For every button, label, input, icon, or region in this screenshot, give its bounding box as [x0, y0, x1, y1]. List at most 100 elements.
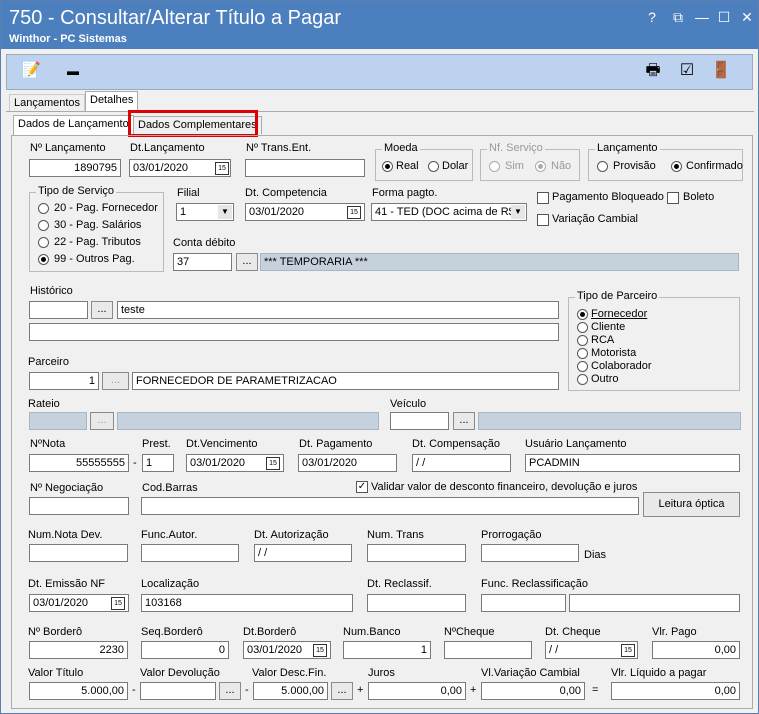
valor-desc-fin-field[interactable]: 5.000,00 — [253, 682, 328, 700]
outro-radio[interactable] — [577, 374, 588, 385]
calendar-icon[interactable]: 15 — [313, 644, 327, 657]
exit-icon[interactable]: 🚪 — [711, 61, 731, 81]
cliente-radio[interactable] — [577, 322, 588, 333]
parceiro-code-field[interactable]: 1 — [29, 372, 99, 390]
valor-devolucao-button[interactable]: ... — [219, 682, 241, 700]
conta-debito-desc: *** TEMPORARIA *** — [260, 253, 739, 271]
valor-titulo-field[interactable]: 5.000,00 — [29, 682, 128, 700]
n-trans-ent-field[interactable] — [245, 159, 365, 177]
juros-field[interactable]: 0,00 — [368, 682, 466, 700]
moeda-real-radio[interactable] — [382, 161, 393, 172]
rca-label: RCA — [591, 334, 615, 346]
calendar-icon[interactable]: 15 — [347, 206, 361, 219]
num-nota-dev-field[interactable] — [29, 544, 128, 562]
vlr-pago-field[interactable]: 0,00 — [652, 641, 740, 659]
n-nota-field[interactable]: 55555555 — [29, 454, 129, 472]
vl-variacao-field[interactable]: 0,00 — [481, 682, 585, 700]
veiculo-field[interactable] — [390, 412, 449, 430]
func-reclass-name-field[interactable] — [569, 594, 740, 612]
maximize-button[interactable]: ☐ — [713, 9, 735, 26]
fornecedor-label: Fornecedor — [591, 308, 648, 320]
chevron-down-icon[interactable]: ▼ — [218, 205, 232, 219]
minus-icon[interactable]: ▬ — [63, 61, 83, 81]
validar-checkbox[interactable]: ✓ — [356, 481, 368, 493]
tipo-20-radio[interactable] — [38, 203, 49, 214]
dt-pagamento-field[interactable]: 03/01/2020 — [298, 454, 397, 472]
func-reclass-code-field[interactable] — [481, 594, 566, 612]
n-cheque-field[interactable] — [444, 641, 532, 659]
pagamento-bloqueado-checkbox[interactable] — [537, 192, 549, 204]
n-negociacao-field[interactable] — [29, 497, 129, 515]
nf-sim-radio[interactable] — [489, 161, 500, 172]
localizacao-field[interactable]: 103168 — [141, 594, 353, 612]
main-window: 750 - Consultar/Alterar Título a Pagar W… — [0, 0, 759, 714]
vlr-liquido-label: Vlr. Líquido a pagar — [611, 667, 707, 679]
num-trans-field[interactable] — [367, 544, 466, 562]
chevron-down-icon[interactable]: ▼ — [511, 205, 525, 219]
calendar-icon[interactable]: 15 — [266, 457, 280, 470]
prest-field[interactable]: 1 — [142, 454, 174, 472]
dt-compensacao-field[interactable]: / / — [412, 454, 511, 472]
n-bordero-field[interactable]: 2230 — [29, 641, 128, 659]
historico-code-field[interactable] — [29, 301, 88, 319]
prorrogacao-field[interactable] — [481, 544, 579, 562]
conta-debito-search-button[interactable]: ... — [236, 253, 258, 271]
minus-operator: - — [245, 684, 249, 696]
tipo-30-radio[interactable] — [38, 220, 49, 231]
calendar-icon[interactable]: 15 — [111, 597, 125, 610]
dt-compensacao-label: Dt. Compensação — [412, 438, 501, 450]
moeda-dolar-label: Dolar — [442, 160, 469, 172]
usuario-field[interactable]: PCADMIN — [525, 454, 740, 472]
print-icon[interactable]: 🖶 — [643, 61, 663, 81]
veiculo-search-button[interactable]: ... — [453, 412, 475, 430]
calendar-icon[interactable]: 15 — [621, 644, 635, 657]
provisao-radio[interactable] — [597, 161, 608, 172]
forma-pagto-label: Forma pagto. — [372, 187, 438, 199]
historico-search-button[interactable]: ... — [91, 301, 113, 319]
tab-lancamentos[interactable]: Lançamentos — [9, 94, 86, 112]
veiculo-desc — [478, 412, 741, 430]
restore-button[interactable]: ⧉ — [667, 9, 689, 26]
n-lancamento-field[interactable]: 1890795 — [29, 159, 121, 177]
confirmado-radio[interactable] — [671, 161, 682, 172]
edit-document-icon[interactable]: 📝 — [21, 61, 41, 81]
forma-pagto-select[interactable]: 41 - TED (DOC acima de R$ — [371, 203, 527, 221]
nf-nao-radio[interactable] — [535, 161, 546, 172]
seq-bordero-field[interactable]: 0 — [141, 641, 229, 659]
num-banco-field[interactable]: 1 — [343, 641, 431, 659]
rateio-search-button[interactable]: ... — [90, 412, 114, 430]
provisao-label: Provisão — [613, 160, 656, 172]
close-button[interactable]: ✕ — [736, 9, 758, 26]
n-bordero-label: Nº Borderô — [28, 626, 83, 638]
tab-detalhes[interactable]: Detalhes — [85, 91, 139, 112]
dt-reclassif-field[interactable] — [367, 594, 466, 612]
tab-dados-lancamento[interactable]: Dados de Lançamento — [13, 115, 134, 135]
fornecedor-radio[interactable] — [577, 309, 588, 320]
cod-barras-field[interactable] — [141, 497, 639, 515]
n-nota-label: NºNota — [30, 438, 66, 450]
valor-desc-fin-button[interactable]: ... — [331, 682, 353, 700]
minimize-button[interactable]: — — [691, 9, 713, 25]
colaborador-radio[interactable] — [577, 361, 588, 372]
dt-autorizacao-field[interactable]: / / — [254, 544, 352, 562]
confirm-icon[interactable]: ☑ — [677, 61, 697, 81]
help-button[interactable]: ? — [641, 9, 663, 25]
parceiro-search-button[interactable]: ... — [102, 372, 129, 390]
tipo-22-radio[interactable] — [38, 237, 49, 248]
rca-radio[interactable] — [577, 335, 588, 346]
colaborador-label: Colaborador — [591, 360, 652, 372]
func-autor-field[interactable] — [141, 544, 239, 562]
dt-competencia-label: Dt. Competencia — [245, 187, 327, 199]
conta-debito-field[interactable]: 37 — [173, 253, 232, 271]
leitura-optica-button[interactable]: Leitura óptica — [643, 492, 740, 517]
tipo-99-radio[interactable] — [38, 254, 49, 265]
historico-field[interactable]: teste — [117, 301, 559, 319]
variacao-cambial-checkbox[interactable] — [537, 214, 549, 226]
historico-field-2[interactable] — [29, 323, 559, 341]
vlr-liquido-field[interactable]: 0,00 — [611, 682, 740, 700]
calendar-icon[interactable]: 15 — [215, 162, 229, 175]
boleto-checkbox[interactable] — [667, 192, 679, 204]
valor-devolucao-field[interactable] — [140, 682, 216, 700]
moeda-dolar-radio[interactable] — [428, 161, 439, 172]
motorista-radio[interactable] — [577, 348, 588, 359]
